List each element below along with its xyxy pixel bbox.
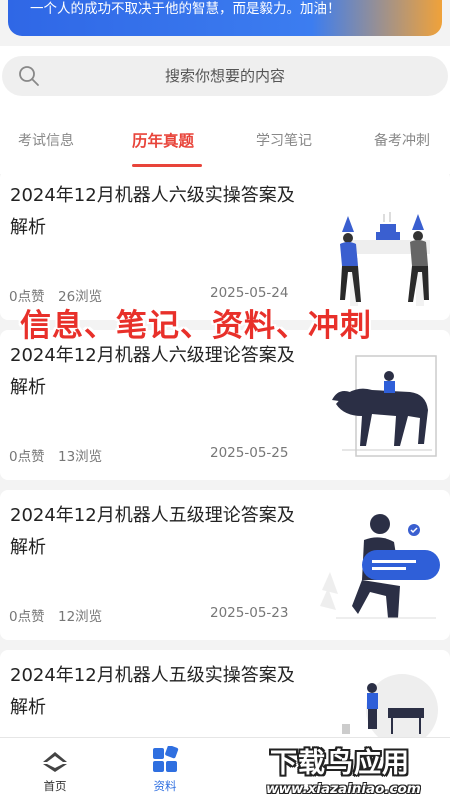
tab-study-notes[interactable]: 学习笔记 [256, 128, 312, 154]
article-date: 2025-05-24 [210, 285, 289, 301]
tab-past-papers[interactable]: 历年真题 [132, 128, 194, 154]
tab-exam-info[interactable]: 考试信息 [18, 128, 74, 154]
motivation-banner: 一个人的成功不取决于他的智慧，而是毅力。加油！ [0, 0, 450, 46]
article-title: 2024年12月机器人五级理论答案及解析 [10, 505, 295, 558]
active-tab-indicator [132, 164, 202, 167]
tab-exam-sprint[interactable]: 备考冲刺 [374, 128, 430, 154]
article-card[interactable]: 2024年12月机器人六级实操答案及解析 0点赞 26浏览 2025-05-24 [0, 170, 450, 320]
nav-materials-label: 资料 [153, 779, 177, 793]
article-title: 2024年12月机器人六级实操答案及解析 [10, 185, 295, 238]
site-watermark: 下载鸟应用 www.xiazainiao.com [266, 737, 450, 800]
grid-icon [153, 746, 179, 772]
article-likes: 0点赞 [9, 449, 45, 465]
article-title: 2024年12月机器人五级实操答案及解析 [10, 665, 295, 718]
search-placeholder: 搜索你想要的内容 [164, 67, 285, 85]
article-date: 2025-05-25 [210, 445, 289, 461]
article-likes: 0点赞 [9, 609, 45, 625]
article-card[interactable]: 2024年12月机器人六级理论答案及解析 0点赞 13浏览 2025-05-25 [0, 330, 450, 480]
promo-caption: 信息、笔记、资料、冲刺 [20, 308, 372, 344]
party-people-illustration [340, 212, 430, 306]
article-title: 2024年12月机器人六级理论答案及解析 [10, 345, 295, 398]
home-icon [43, 752, 67, 772]
search-input[interactable]: 搜索你想要的内容 [2, 56, 448, 96]
search-section: 搜索你想要的内容 [0, 46, 450, 108]
article-date: 2025-05-23 [210, 605, 289, 621]
nav-home-label: 首页 [43, 779, 67, 793]
nav-home[interactable]: 首页 [0, 738, 110, 800]
article-card[interactable]: 2024年12月机器人五级理论答案及解析 0点赞 12浏览 2025-05-23 [0, 490, 450, 640]
horse-rider-illustration [332, 355, 437, 457]
watermark-text: 下载鸟应用 [270, 748, 410, 779]
article-views: 13浏览 [58, 449, 103, 465]
nav-materials[interactable]: 资料 [110, 738, 220, 800]
banner-quote: 一个人的成功不取决于他的智慧，而是毅力。加油！ [30, 1, 341, 17]
messaging-person-illustration [320, 514, 440, 619]
person-with-sign-illustration [342, 674, 438, 738]
category-tabs: 考试信息 历年真题 学习笔记 备考冲刺 [0, 108, 450, 174]
watermark-url: www.xiazainiao.com [266, 781, 421, 797]
article-views: 12浏览 [58, 609, 103, 625]
